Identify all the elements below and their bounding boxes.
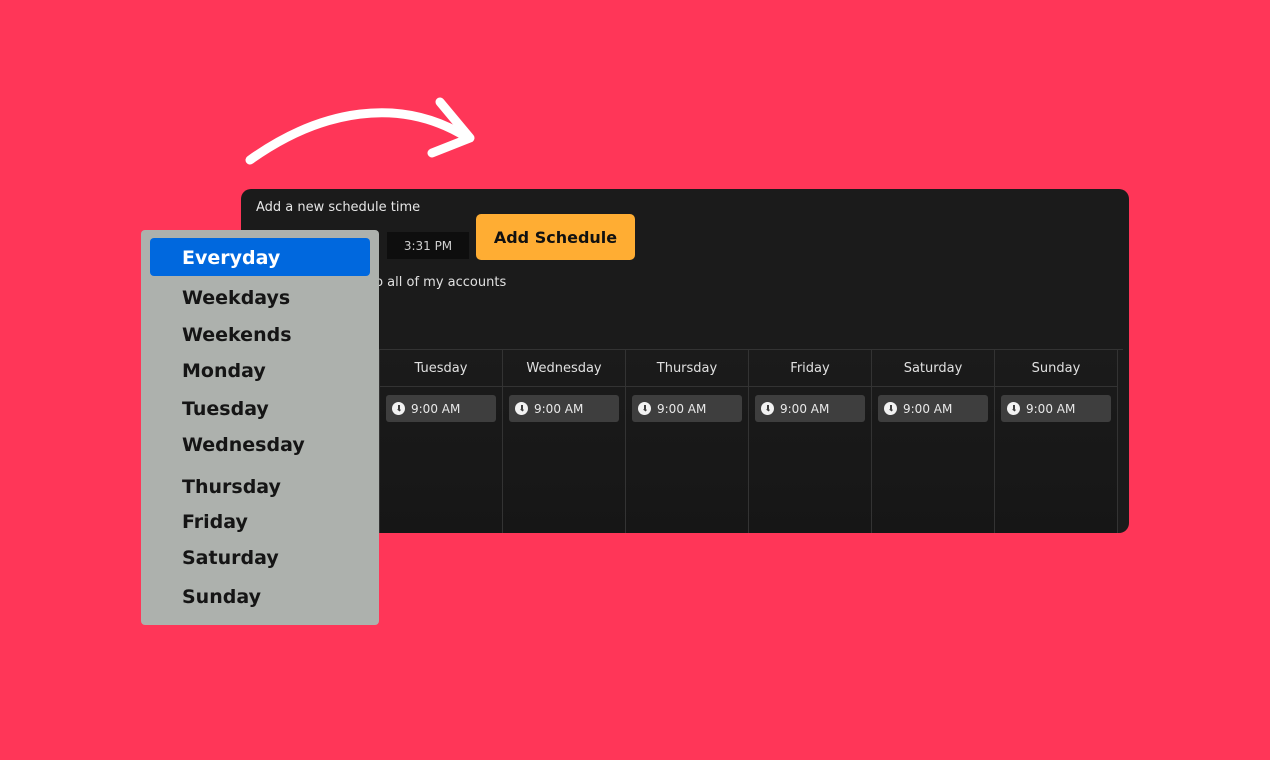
time-slot[interactable]: 9:00 AM <box>755 395 865 422</box>
day-column: Tuesday 9:00 AM <box>379 350 503 533</box>
time-slot-label: 9:00 AM <box>780 401 830 416</box>
dropdown-option[interactable]: Monday <box>182 360 266 382</box>
time-slot-label: 9:00 AM <box>657 401 707 416</box>
clock-icon <box>1007 402 1020 415</box>
clock-icon <box>638 402 651 415</box>
day-header: Friday <box>749 350 871 387</box>
day-dropdown[interactable]: Everyday Weekdays Weekends Monday Tuesday Wed… <box>141 230 379 625</box>
clock-icon <box>515 402 528 415</box>
day-column: Friday 9:00 AM <box>748 350 872 533</box>
time-slot-label: 9:00 AM <box>534 401 584 416</box>
time-slot[interactable]: 9:00 AM <box>1001 395 1111 422</box>
time-input[interactable]: 3:31 PM <box>387 232 469 259</box>
panel-title: Add a new schedule time <box>256 200 421 215</box>
dropdown-option[interactable]: Friday <box>182 511 248 533</box>
dropdown-option[interactable]: Weekends <box>182 324 292 346</box>
time-slot[interactable]: 9:00 AM <box>509 395 619 422</box>
time-slot[interactable]: 9:00 AM <box>386 395 496 422</box>
day-header: Sunday <box>995 350 1117 387</box>
dropdown-option[interactable]: Everyday <box>182 247 280 269</box>
add-schedule-button[interactable]: Add Schedule <box>476 214 635 260</box>
time-slot-label: 9:00 AM <box>1026 401 1076 416</box>
day-column: Wednesday 9:00 AM <box>502 350 626 533</box>
dropdown-option[interactable]: Thursday <box>182 476 281 498</box>
time-slot[interactable]: 9:00 AM <box>878 395 988 422</box>
dropdown-option[interactable]: Weekdays <box>182 287 290 309</box>
dropdown-option[interactable]: Tuesday <box>182 398 269 420</box>
day-column: Saturday 9:00 AM <box>871 350 995 533</box>
day-column: Thursday 9:00 AM <box>625 350 749 533</box>
day-column: Sunday 9:00 AM <box>994 350 1118 533</box>
dropdown-option[interactable]: Sunday <box>182 586 261 608</box>
curved-arrow-icon <box>245 97 475 165</box>
day-header: Tuesday <box>380 350 502 387</box>
dropdown-option[interactable]: Saturday <box>182 547 279 569</box>
day-header: Saturday <box>872 350 994 387</box>
dropdown-option[interactable]: Wednesday <box>182 434 305 456</box>
clock-icon <box>884 402 897 415</box>
day-header: Thursday <box>626 350 748 387</box>
time-slot-label: 9:00 AM <box>411 401 461 416</box>
clock-icon <box>392 402 405 415</box>
all-accounts-label[interactable]: to all of my accounts <box>370 275 506 290</box>
schedule-grid: Monday 9:00 AM Tuesday 9:00 AM Wednesday… <box>256 349 1123 533</box>
day-header: Wednesday <box>503 350 625 387</box>
time-slot-label: 9:00 AM <box>903 401 953 416</box>
time-slot[interactable]: 9:00 AM <box>632 395 742 422</box>
clock-icon <box>761 402 774 415</box>
